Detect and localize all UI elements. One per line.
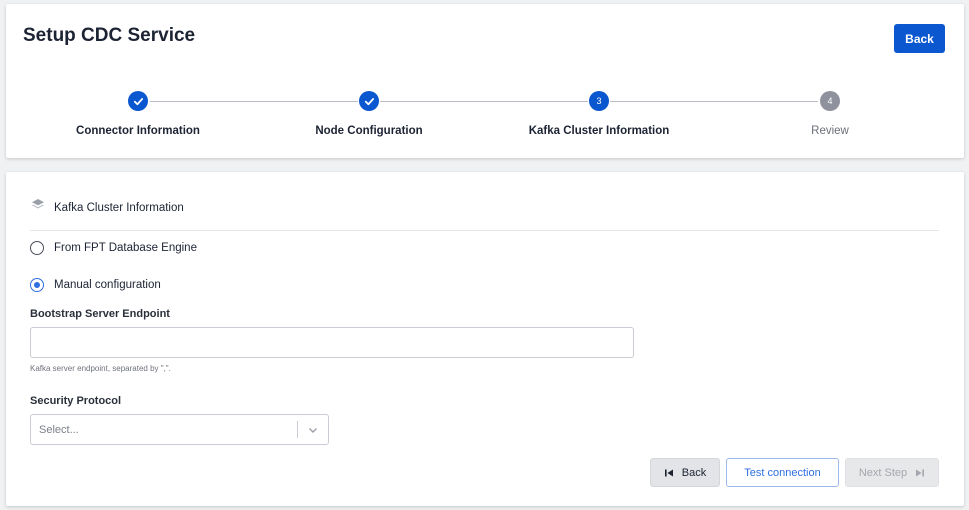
step-1-check-icon — [128, 91, 148, 111]
header-card: Setup CDC Service Back 3 4 Connector Inf… — [6, 4, 964, 158]
next-step-button[interactable]: Next Step — [845, 458, 939, 487]
section-divider — [30, 230, 939, 231]
step-2-check-icon — [359, 91, 379, 111]
radio-label: Manual configuration — [54, 279, 161, 291]
section-header: Kafka Cluster Information — [30, 197, 184, 218]
stepper-connector-3 — [610, 101, 818, 102]
header-back-button[interactable]: Back — [894, 24, 945, 53]
radio-label: From FPT Database Engine — [54, 242, 197, 254]
security-protocol-label: Security Protocol — [30, 395, 122, 407]
bootstrap-endpoint-label: Bootstrap Server Endpoint — [30, 308, 170, 320]
layers-icon — [30, 197, 46, 218]
back-button-label: Back — [681, 466, 707, 479]
section-title: Kafka Cluster Information — [54, 201, 184, 214]
radio-manual-configuration[interactable]: Manual configuration — [30, 278, 161, 292]
stepper-connector-2 — [380, 101, 588, 102]
bootstrap-endpoint-input[interactable] — [30, 327, 634, 358]
radio-fpt-database-engine[interactable]: From FPT Database Engine — [30, 241, 197, 255]
select-placeholder: Select... — [39, 423, 79, 436]
next-step-label: Next Step — [858, 466, 908, 479]
radio-button[interactable] — [30, 241, 44, 255]
stepper-connector-1 — [150, 101, 358, 102]
skip-back-icon — [664, 468, 674, 478]
bootstrap-endpoint-hint: Kafka server endpoint, separated by ",". — [30, 364, 171, 373]
security-protocol-select[interactable]: Select... — [30, 414, 329, 445]
chevron-down-icon[interactable] — [298, 424, 328, 436]
form-card: Kafka Cluster Information From FPT Datab… — [6, 172, 964, 506]
step-3-number: 3 — [589, 91, 609, 111]
radio-button-checked[interactable] — [30, 278, 44, 292]
test-connection-button[interactable]: Test connection — [726, 458, 839, 487]
step-3-label: Kafka Cluster Information — [528, 125, 670, 137]
back-button[interactable]: Back — [650, 458, 720, 487]
page-title: Setup CDC Service — [23, 25, 196, 46]
step-1-label: Connector Information — [76, 125, 200, 137]
step-2-label: Node Configuration — [315, 125, 423, 137]
step-4-label: Review — [811, 125, 849, 137]
step-4-number: 4 — [820, 91, 840, 111]
skip-forward-icon — [915, 468, 925, 478]
